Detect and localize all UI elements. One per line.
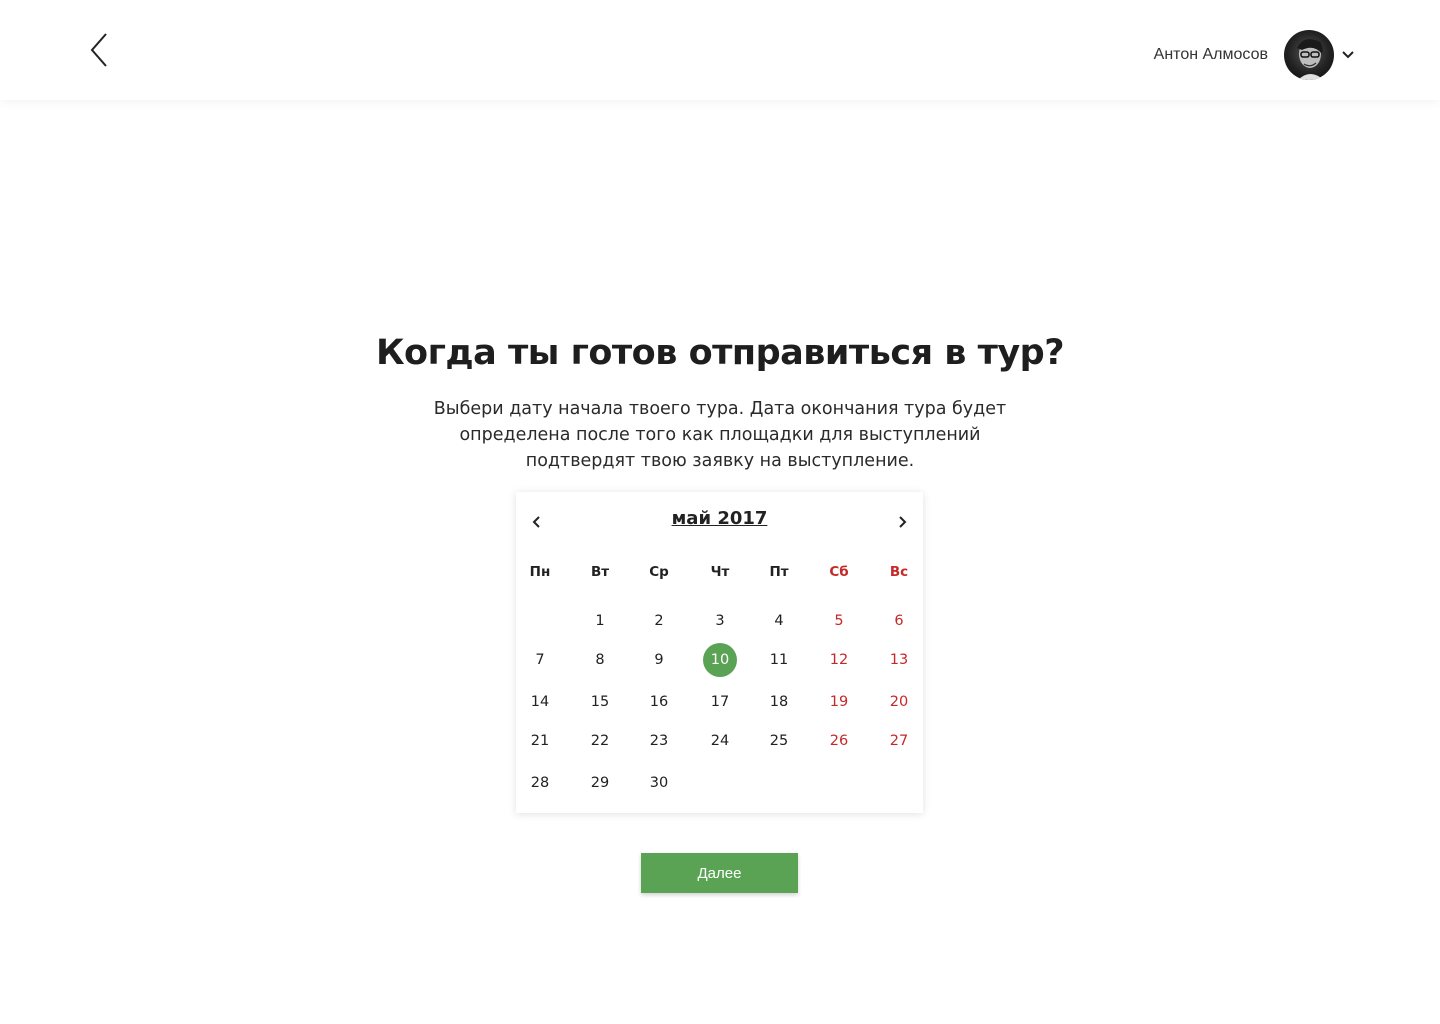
user-name: Антон Алмосов xyxy=(1153,46,1268,63)
calendar-day[interactable]: 16 xyxy=(642,685,676,719)
calendar-day[interactable]: 3 xyxy=(703,604,737,638)
calendar-day[interactable]: 12 xyxy=(822,643,856,677)
chevron-right-icon xyxy=(899,516,907,528)
calendar-day[interactable]: 4 xyxy=(762,604,796,638)
calendar-day[interactable]: 25 xyxy=(762,724,796,758)
calendar-day[interactable]: 19 xyxy=(822,685,856,719)
calendar-day[interactable]: 7 xyxy=(523,643,557,677)
back-arrow-icon xyxy=(90,33,107,67)
calendar-day[interactable]: 23 xyxy=(642,724,676,758)
calendar-day[interactable]: 11 xyxy=(762,643,796,677)
calendar-day[interactable]: 14 xyxy=(523,685,557,719)
next-button[interactable]: Далее xyxy=(641,853,798,893)
calendar-day[interactable]: 24 xyxy=(703,724,737,758)
calendar-day[interactable]: 17 xyxy=(703,685,737,719)
calendar-day[interactable]: 29 xyxy=(583,766,617,800)
calendar-day[interactable]: 20 xyxy=(882,685,916,719)
weekday-label: Ср xyxy=(649,564,669,580)
calendar-day[interactable]: 21 xyxy=(523,724,557,758)
calendar-day[interactable]: 13 xyxy=(882,643,916,677)
calendar-day[interactable]: 6 xyxy=(882,604,916,638)
chevron-down-icon[interactable] xyxy=(1342,48,1356,62)
weekday-label: Вс xyxy=(889,564,909,580)
weekday-row: Пн Вт Ср Чт Пт Сб Вс xyxy=(516,564,923,584)
calendar-day[interactable]: 30 xyxy=(642,766,676,800)
month-label[interactable]: май 2017 xyxy=(516,508,923,529)
calendar-day[interactable]: 15 xyxy=(583,685,617,719)
top-header: Антон Алмосов xyxy=(0,0,1440,100)
calendar-day[interactable]: 28 xyxy=(523,766,557,800)
weekday-label: Чт xyxy=(710,564,730,580)
calendar-day[interactable]: 9 xyxy=(642,643,676,677)
calendar-day[interactable]: 1 xyxy=(583,604,617,638)
calendar-day[interactable]: 2 xyxy=(642,604,676,638)
user-menu[interactable]: Антон Алмосов xyxy=(1154,30,1356,80)
avatar-portrait xyxy=(1297,39,1324,80)
calendar-day[interactable]: 8 xyxy=(583,643,617,677)
date-picker: май 2017 Пн Вт Ср Чт Пт Сб Вс 1234567891… xyxy=(516,492,923,813)
next-month-button[interactable] xyxy=(893,512,913,532)
calendar-day[interactable]: 27 xyxy=(882,724,916,758)
back-button[interactable] xyxy=(84,30,114,70)
calendar-day[interactable]: 5 xyxy=(822,604,856,638)
weekday-label: Сб xyxy=(829,564,849,580)
calendar-day[interactable]: 22 xyxy=(583,724,617,758)
calendar-day[interactable]: 18 xyxy=(762,685,796,719)
weekday-label: Вт xyxy=(590,564,610,580)
page-title: Когда ты готов отправиться в тур? xyxy=(375,333,1065,373)
weekday-label: Пт xyxy=(769,564,789,580)
calendar-day-selected[interactable]: 10 xyxy=(703,643,737,677)
avatar[interactable] xyxy=(1284,30,1334,80)
calendar-day[interactable]: 26 xyxy=(822,724,856,758)
page-subtitle: Выбери дату начала твоего тура. Дата око… xyxy=(433,399,1007,471)
weekday-label: Пн xyxy=(529,564,551,580)
